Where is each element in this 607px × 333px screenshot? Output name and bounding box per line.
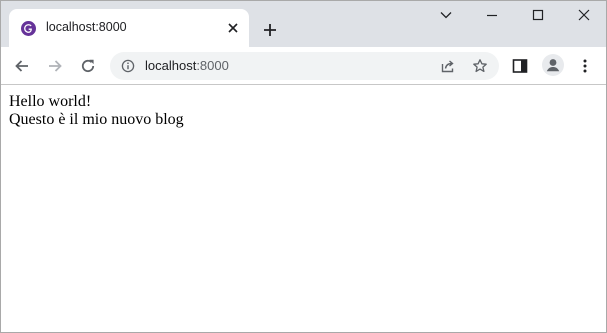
url-host: localhost [145,58,197,73]
maximize-icon[interactable] [531,8,545,22]
reload-icon[interactable] [79,57,97,75]
blog-text: Questo è il mio nuovo blog [9,111,184,128]
more-vertical-icon[interactable] [576,57,594,75]
browser-tab[interactable]: localhost:8000 [9,9,249,47]
browser-window: localhost:8000 localhost:8000 Hello worl… [0,0,607,333]
browser-toolbar: localhost:8000 [1,47,606,84]
url-port: :8000 [196,58,229,73]
window-close-icon[interactable] [577,8,591,22]
url-text[interactable]: localhost:8000 [145,58,229,73]
close-icon[interactable] [226,21,240,35]
new-tab-plus-icon[interactable] [262,22,278,38]
gatsby-icon [21,21,36,36]
tab-title: localhost:8000 [46,20,127,34]
hello-text: Hello world! [9,93,92,110]
info-icon[interactable] [121,59,135,73]
share-icon[interactable] [440,58,456,74]
forward-arrow-icon[interactable] [46,57,64,75]
address-bar[interactable]: localhost:8000 [110,52,499,80]
page-content: Hello world! Questo è il mio nuovo blog [1,85,606,332]
minimize-icon[interactable] [485,8,499,22]
side-panel-icon[interactable] [511,57,529,75]
tab-strip: localhost:8000 [1,1,606,47]
bookmark-star-icon[interactable] [472,58,488,74]
back-arrow-icon[interactable] [13,57,31,75]
page-body: Hello world! Questo è il mio nuovo blog [9,93,184,129]
tab-search-chevron-down-icon[interactable] [439,8,453,22]
profile-avatar-icon[interactable] [542,54,564,76]
